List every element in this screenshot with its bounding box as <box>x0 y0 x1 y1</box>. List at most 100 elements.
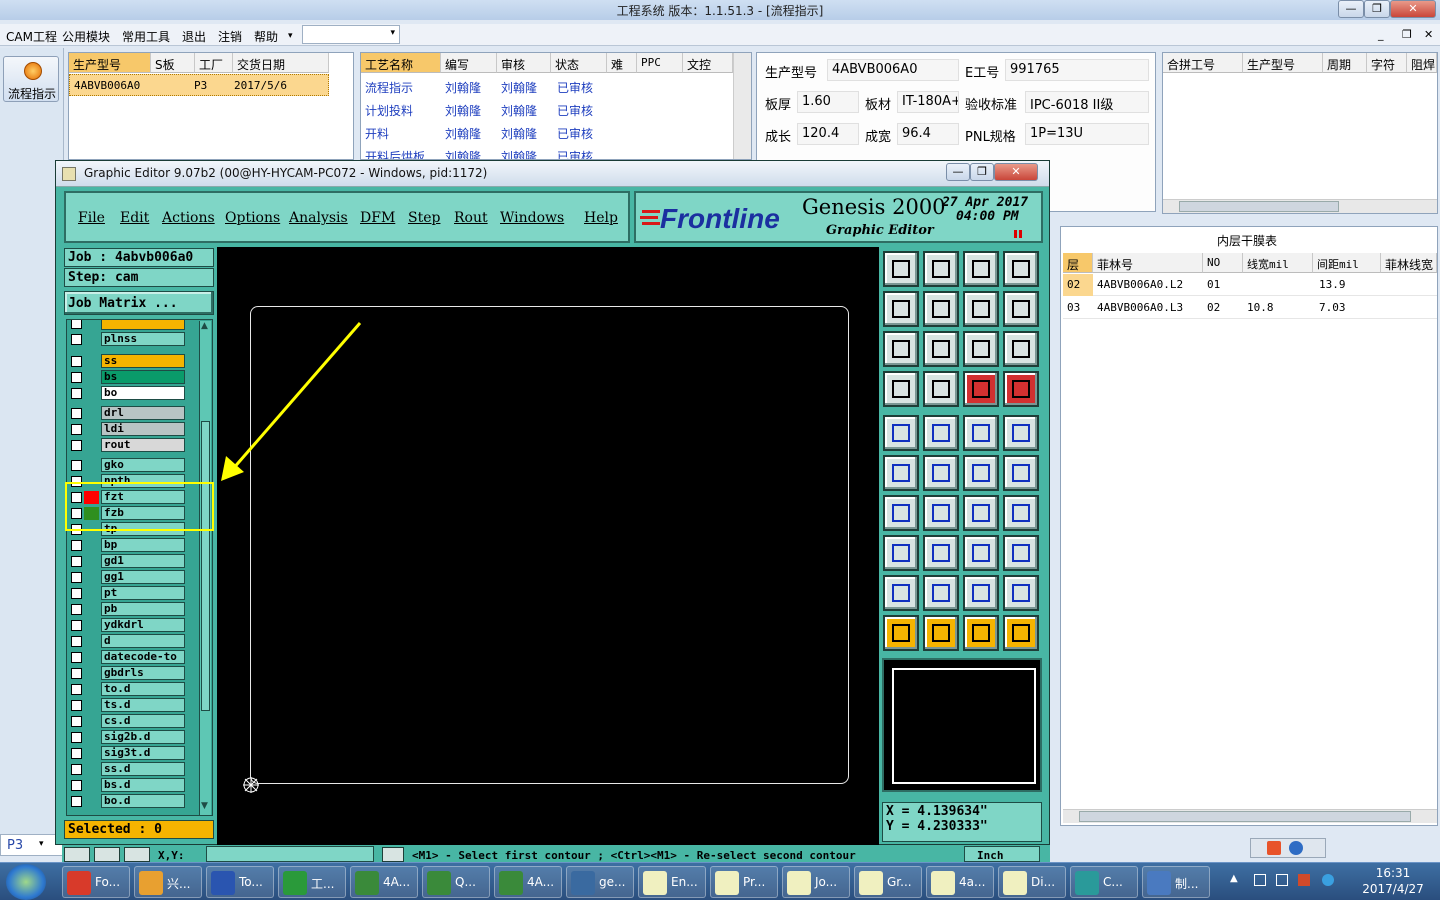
menu-actions[interactable]: Actions <box>162 210 215 226</box>
tray-icon[interactable] <box>1298 874 1310 886</box>
layer-checkbox[interactable] <box>71 424 82 435</box>
taskbar-item[interactable]: 制... <box>1142 866 1210 898</box>
standard-field[interactable]: IPC-6018 II级 <box>1025 91 1149 113</box>
layer-row[interactable]: datecode-to <box>69 650 209 664</box>
slash-icon[interactable] <box>923 495 959 531</box>
film-header-no[interactable]: NO <box>1203 253 1243 273</box>
grid-icon[interactable] <box>923 371 959 407</box>
minimize-button[interactable]: — <box>1338 0 1364 18</box>
blocks-icon[interactable] <box>1003 535 1039 571</box>
layer-row[interactable]: ldi <box>69 422 209 436</box>
layer-checkbox[interactable] <box>71 334 82 345</box>
taskbar-item[interactable]: Di... <box>998 866 1066 898</box>
select-box-icon[interactable] <box>923 615 959 651</box>
inner-close-button[interactable]: ✕ <box>1424 28 1433 41</box>
start-button[interactable] <box>6 864 46 900</box>
split-icon[interactable] <box>1003 495 1039 531</box>
layer-checkbox[interactable] <box>71 572 82 583</box>
units-select[interactable]: Inch <box>964 846 1040 862</box>
layer-row[interactable]: plnss <box>69 332 209 346</box>
help-icon[interactable] <box>1003 331 1039 367</box>
layer-row[interactable]: ss.d <box>69 762 209 776</box>
layer-checkbox[interactable] <box>71 764 82 775</box>
arrow-point-icon[interactable] <box>1003 455 1039 491</box>
menu-overflow-icon[interactable]: ▾ <box>288 31 293 41</box>
layer-checkbox[interactable] <box>71 796 82 807</box>
scroll-up-icon[interactable]: ▲ <box>201 321 208 331</box>
home-icon[interactable] <box>963 251 999 287</box>
pad-icon[interactable] <box>883 415 919 451</box>
status-tool-button[interactable] <box>64 847 90 862</box>
layer-row[interactable]: gg1 <box>69 570 209 584</box>
scroll-down-icon[interactable]: ▼ <box>201 801 208 811</box>
layer-row[interactable]: pt <box>69 586 209 600</box>
process-header-status[interactable]: 状态 <box>551 53 607 73</box>
layer-row[interactable]: tp <box>69 522 209 536</box>
layer-checkbox[interactable] <box>71 716 82 727</box>
menu-edit[interactable]: Edit <box>120 210 149 226</box>
pnl-field[interactable]: 1P=13U <box>1025 123 1149 145</box>
flip-icon[interactable] <box>963 291 999 327</box>
maximize-button[interactable]: ❐ <box>1364 0 1390 18</box>
taskbar-item[interactable]: To... <box>206 866 274 898</box>
layer-checkbox[interactable] <box>71 588 82 599</box>
merge-header-period[interactable]: 周期 <box>1323 53 1367 73</box>
select-circle-icon[interactable] <box>963 615 999 651</box>
process-header-difficulty[interactable]: 难 <box>607 53 637 73</box>
taskbar-item[interactable]: ge... <box>566 866 634 898</box>
net2-icon[interactable] <box>1003 371 1039 407</box>
process-header-doc[interactable]: 文控 <box>683 53 733 73</box>
film-header-layer[interactable]: 层 <box>1063 253 1093 273</box>
process-header-author[interactable]: 编写 <box>441 53 497 73</box>
layer-row[interactable]: d <box>69 634 209 648</box>
layer-checkbox[interactable] <box>71 492 82 503</box>
length-field[interactable]: 120.4 <box>797 123 859 145</box>
layer-row[interactable]: bs <box>69 370 209 384</box>
layer-row[interactable]: bo.d <box>69 794 209 808</box>
menu-tools[interactable]: 常用工具 <box>122 28 170 45</box>
layer-checkbox[interactable] <box>71 700 82 711</box>
film-header-film[interactable]: 菲林号 <box>1093 253 1203 273</box>
width-field[interactable]: 96.4 <box>897 123 959 145</box>
a-shape-icon[interactable] <box>923 575 959 611</box>
layer-row[interactable]: fzt <box>69 490 209 504</box>
layer-row[interactable]: gko <box>69 458 209 472</box>
table-row[interactable]: 计划投料 刘翰隆 刘翰隆 已审核 <box>361 98 733 120</box>
layer-row[interactable]: gbdrls <box>69 666 209 680</box>
layer-row[interactable] <box>69 320 209 330</box>
snap-icon[interactable] <box>883 371 919 407</box>
inner-minimize-button[interactable]: _ <box>1378 28 1384 41</box>
layer-row[interactable]: ts.d <box>69 698 209 712</box>
a-fill-icon[interactable] <box>963 575 999 611</box>
table-row[interactable]: 开料 刘翰隆 刘翰隆 已审核 <box>361 121 733 143</box>
layer-checkbox[interactable] <box>71 732 82 743</box>
table-row[interactable]: 流程指示 刘翰隆 刘翰隆 已审核 <box>361 75 733 97</box>
model-field[interactable]: 4ABVB006A0 <box>827 59 959 81</box>
nodes-icon[interactable] <box>883 455 919 491</box>
move-icon[interactable] <box>923 251 959 287</box>
tray-icon[interactable] <box>1254 874 1266 886</box>
layer-checkbox[interactable] <box>71 476 82 487</box>
genesis-minimize-button[interactable]: — <box>946 163 970 181</box>
menu-logout[interactable]: 注销 <box>218 28 242 45</box>
process-header-name[interactable]: 工艺名称 <box>361 53 441 73</box>
menu-cam[interactable]: CAM工程 <box>6 28 57 45</box>
layer-checkbox[interactable] <box>71 508 82 519</box>
export-icon[interactable] <box>923 291 959 327</box>
merge-header-model[interactable]: 生产型号 <box>1243 53 1323 73</box>
layer-scrollbar[interactable]: ▲ ▼ <box>199 321 211 815</box>
taskbar-item[interactable]: Jo... <box>782 866 850 898</box>
layer-row[interactable]: rout <box>69 438 209 452</box>
taskbar-item[interactable]: 工... <box>278 866 346 898</box>
layer-checkbox[interactable] <box>71 684 82 695</box>
menu-common-module[interactable]: 公用模块 <box>62 28 110 45</box>
merge-header-char[interactable]: 字符 <box>1367 53 1407 73</box>
menu-dfm[interactable]: DFM <box>360 210 395 226</box>
overview-window[interactable] <box>882 658 1042 792</box>
scroll-thumb[interactable] <box>201 421 210 711</box>
process-header-ppc[interactable]: PPC <box>637 53 683 73</box>
layer-row[interactable]: gd1 <box>69 554 209 568</box>
layer-row[interactable]: pb <box>69 602 209 616</box>
dash-icon[interactable] <box>923 535 959 571</box>
menu-options[interactable]: Options <box>225 210 280 226</box>
